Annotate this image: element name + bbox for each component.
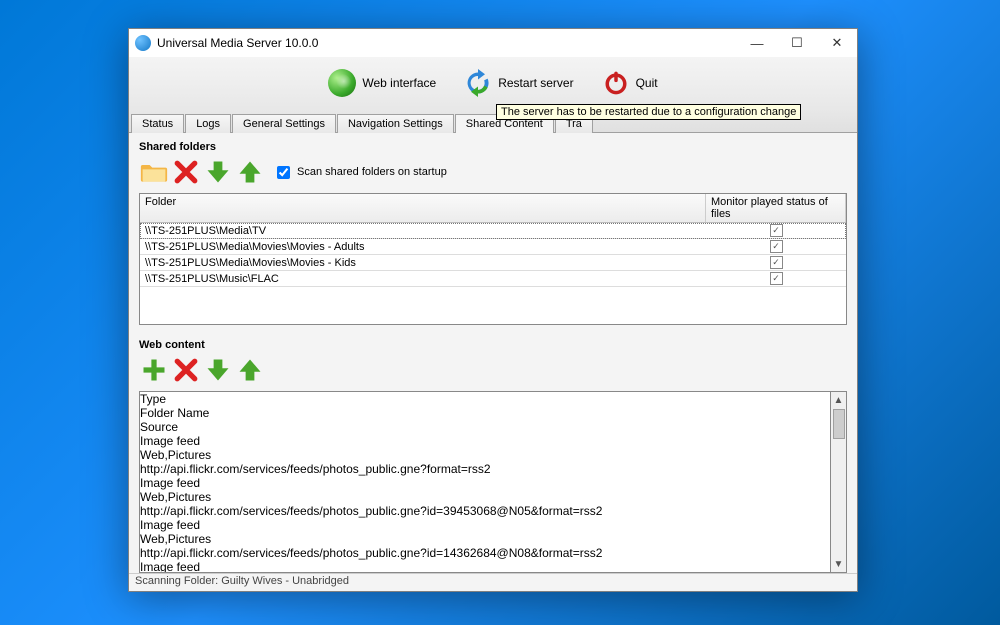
web-content-row[interactable]: Image feedWeb,Pictureshttp://picasaweb.g… (140, 560, 830, 572)
monitor-cell[interactable]: ✓ (706, 240, 846, 253)
tab-status[interactable]: Status (131, 114, 184, 133)
scan-on-startup-label: Scan shared folders on startup (297, 166, 447, 178)
refresh-icon (464, 69, 492, 97)
folder-cell: \\TS-251PLUS\Media\TV (140, 225, 706, 237)
power-icon (602, 69, 630, 97)
folder-cell: \\TS-251PLUS\Media\Movies\Movies - Kids (140, 257, 706, 269)
shared-folder-row[interactable]: \\TS-251PLUS\Media\Movies\Movies - Kids✓ (140, 255, 846, 271)
source-cell: http://api.flickr.com/services/feeds/pho… (140, 546, 830, 560)
content-area: Shared folders Scan shared folders on st… (129, 133, 857, 573)
scroll-up-icon[interactable]: ▲ (834, 392, 844, 408)
type-cell: Image feed (140, 434, 260, 448)
restart-tooltip: The server has to be restarted due to a … (496, 104, 801, 120)
web-content-row[interactable]: Image feedWeb,Pictureshttp://api.flickr.… (140, 476, 830, 518)
col-source[interactable]: Source (140, 420, 830, 434)
monitor-cell[interactable]: ✓ (706, 272, 846, 285)
col-type[interactable]: Type (140, 392, 260, 406)
web-interface-button[interactable]: Web interface (328, 69, 436, 97)
titlebar: Universal Media Server 10.0.0 — ☐ ✕ (129, 29, 857, 57)
type-cell: Image feed (140, 518, 260, 532)
restart-server-button[interactable]: Restart server (464, 69, 573, 97)
col-folder-name[interactable]: Folder Name (140, 406, 260, 420)
type-cell: Image feed (140, 476, 260, 490)
quit-label: Quit (636, 76, 658, 90)
web-interface-label: Web interface (362, 76, 436, 90)
web-scrollbar[interactable]: ▲ ▼ (831, 391, 847, 573)
remove-folder-button[interactable] (171, 157, 201, 187)
shared-folder-row[interactable]: \\TS-251PLUS\Media\TV✓ (140, 223, 846, 239)
move-down-button[interactable] (203, 157, 233, 187)
folder-cell: \\TS-251PLUS\Music\FLAC (140, 273, 706, 285)
tab-general-settings[interactable]: General Settings (232, 114, 336, 133)
app-icon (135, 35, 151, 51)
web-content-table: Type Folder Name Source Image feedWeb,Pi… (139, 391, 847, 573)
add-web-button[interactable] (139, 355, 169, 385)
monitor-cell[interactable]: ✓ (706, 224, 846, 237)
folder-cell: \\TS-251PLUS\Media\Movies\Movies - Adult… (140, 241, 706, 253)
quit-button[interactable]: Quit (602, 69, 658, 97)
source-cell: http://api.flickr.com/services/feeds/pho… (140, 462, 830, 476)
scroll-thumb[interactable] (833, 409, 845, 439)
minimize-button[interactable]: — (737, 29, 777, 57)
move-up-button[interactable] (235, 157, 265, 187)
shared-folders-table: Folder Monitor played status of files \\… (139, 193, 847, 325)
folder-name-cell: Web,Pictures (140, 448, 260, 462)
tab-navigation-settings[interactable]: Navigation Settings (337, 114, 454, 133)
source-cell: http://api.flickr.com/services/feeds/pho… (140, 504, 830, 518)
window-title: Universal Media Server 10.0.0 (157, 36, 737, 50)
folder-name-cell: Web,Pictures (140, 490, 260, 504)
col-folder[interactable]: Folder (140, 194, 706, 222)
web-content-row[interactable]: Image feedWeb,Pictureshttp://api.flickr.… (140, 518, 830, 560)
scroll-down-icon[interactable]: ▼ (834, 556, 844, 572)
maximize-button[interactable]: ☐ (777, 29, 817, 57)
shared-folder-row[interactable]: \\TS-251PLUS\Music\FLAC✓ (140, 271, 846, 287)
web-content-row[interactable]: Image feedWeb,Pictureshttp://api.flickr.… (140, 434, 830, 476)
web-content-title: Web content (139, 335, 847, 353)
shared-folders-title: Shared folders (139, 137, 847, 155)
folder-name-cell: Web,Pictures (140, 532, 260, 546)
tab-logs[interactable]: Logs (185, 114, 231, 133)
close-button[interactable]: ✕ (817, 29, 857, 57)
type-cell: Image feed (140, 560, 260, 572)
scan-on-startup-input[interactable] (277, 166, 290, 179)
web-move-down-button[interactable] (203, 355, 233, 385)
col-monitor[interactable]: Monitor played status of files (706, 194, 846, 222)
restart-server-label: Restart server (498, 76, 573, 90)
globe-icon (328, 69, 356, 97)
remove-web-button[interactable] (171, 355, 201, 385)
shared-folder-row[interactable]: \\TS-251PLUS\Media\Movies\Movies - Adult… (140, 239, 846, 255)
status-bar: Scanning Folder: Guilty Wives - Unabridg… (129, 573, 857, 591)
app-window: Universal Media Server 10.0.0 — ☐ ✕ Web … (128, 28, 858, 592)
scan-on-startup-checkbox[interactable]: Scan shared folders on startup (273, 163, 447, 182)
monitor-cell[interactable]: ✓ (706, 256, 846, 269)
toolbar: Web interface Restart server Quit ➤ (129, 57, 857, 109)
web-move-up-button[interactable] (235, 355, 265, 385)
add-folder-button[interactable] (139, 157, 169, 187)
